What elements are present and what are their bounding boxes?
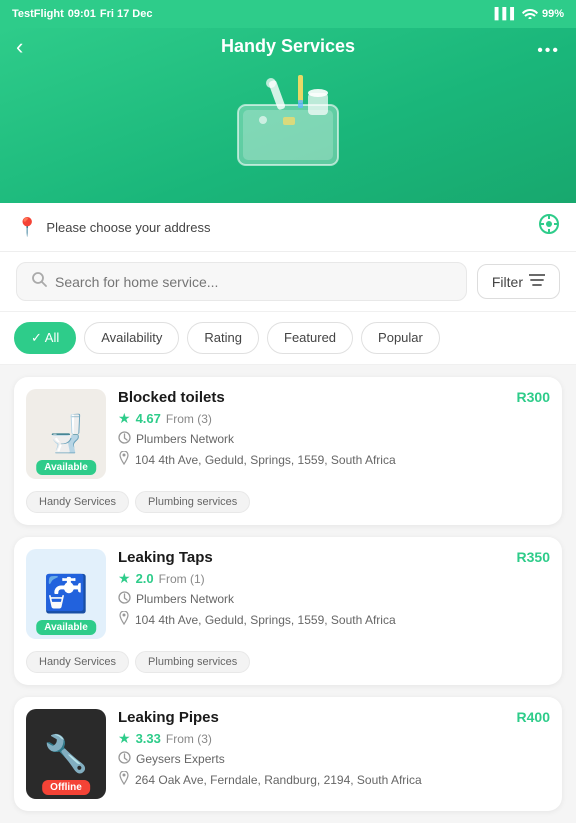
rating-count: From (1) — [159, 572, 205, 586]
status-bar: TestFlight 09:01 Fri 17 Dec ▌▌▌ 99% — [0, 0, 576, 28]
filter-chips: ✓ AllAvailabilityRatingFeaturedPopular — [0, 312, 576, 365]
search-input-wrap[interactable] — [16, 262, 467, 301]
tag: Handy Services — [26, 491, 129, 513]
provider-name: Geysers Experts — [136, 752, 225, 766]
service-card[interactable]: 🔧 Offline Leaking Pipes R400 ★ 3.33 From… — [14, 697, 562, 811]
service-emoji: 🚰 — [44, 573, 89, 615]
rating-count: From (3) — [166, 412, 212, 426]
service-emoji: 🚽 — [44, 413, 89, 455]
card-address: 104 4th Ave, Geduld, Springs, 1559, Sout… — [118, 451, 550, 468]
card-rating: ★ 4.67 From (3) — [118, 410, 550, 427]
card-top: Blocked toilets R300 — [118, 389, 550, 406]
address-text: 104 4th Ave, Geduld, Springs, 1559, Sout… — [135, 613, 396, 627]
card-tags: Handy Services Plumbing services — [14, 651, 562, 685]
provider-icon — [118, 591, 131, 607]
star-icon: ★ — [118, 730, 131, 747]
card-address: 264 Oak Ave, Ferndale, Randburg, 2194, S… — [118, 771, 550, 788]
page-title: Handy Services — [16, 36, 560, 57]
status-bar-right: ▌▌▌ 99% — [495, 7, 564, 22]
rating-count: From (3) — [166, 732, 212, 746]
card-main: 🚰 Available Leaking Taps R350 ★ 2.0 From… — [14, 537, 562, 651]
status-testflight: TestFlight — [12, 8, 64, 20]
rating-value: 2.0 — [136, 571, 154, 586]
location-pin-icon: 📍 — [16, 217, 38, 238]
filter-chip-popular[interactable]: Popular — [361, 322, 440, 354]
battery-label: 99% — [542, 8, 564, 20]
provider-name: Plumbers Network — [136, 592, 234, 606]
provider-icon — [118, 431, 131, 447]
search-icon — [31, 271, 47, 292]
card-rating: ★ 3.33 From (3) — [118, 730, 550, 747]
address-text: 104 4th Ave, Geduld, Springs, 1559, Sout… — [135, 453, 396, 467]
location-placeholder: Please choose your address — [46, 220, 210, 235]
back-button[interactable]: ‹ — [16, 36, 23, 58]
card-image: 🔧 Offline — [26, 709, 106, 799]
filter-chip-featured[interactable]: Featured — [267, 322, 353, 354]
service-card[interactable]: 🚰 Available Leaking Taps R350 ★ 2.0 From… — [14, 537, 562, 685]
star-icon: ★ — [118, 570, 131, 587]
address-text: 264 Oak Ave, Ferndale, Randburg, 2194, S… — [135, 773, 422, 787]
card-rating: ★ 2.0 From (1) — [118, 570, 550, 587]
availability-badge: Available — [36, 620, 96, 635]
card-tags: Handy Services Plumbing services — [14, 491, 562, 525]
card-info: Leaking Taps R350 ★ 2.0 From (1) — [118, 549, 550, 639]
card-top: Leaking Taps R350 — [118, 549, 550, 566]
search-input[interactable] — [55, 274, 452, 290]
card-provider: Plumbers Network — [118, 431, 550, 447]
status-bar-left: TestFlight 09:01 Fri 17 Dec — [12, 8, 152, 20]
card-price: R300 — [517, 389, 550, 405]
location-left: 📍 Please choose your address — [16, 217, 210, 238]
card-title: Blocked toilets — [118, 389, 225, 406]
card-title: Leaking Pipes — [118, 709, 219, 726]
card-main: 🚽 Available Blocked toilets R300 ★ 4.67 … — [14, 377, 562, 491]
status-time: 09:01 — [68, 8, 96, 20]
availability-badge: Available — [36, 460, 96, 475]
header: ‹ Handy Services ••• — [0, 28, 576, 203]
card-title: Leaking Taps — [118, 549, 213, 566]
card-image: 🚰 Available — [26, 549, 106, 639]
card-address: 104 4th Ave, Geduld, Springs, 1559, Sout… — [118, 611, 550, 628]
location-target-icon[interactable] — [538, 213, 560, 241]
filter-button[interactable]: Filter — [477, 264, 560, 299]
search-bar: Filter — [0, 252, 576, 312]
card-info: Blocked toilets R300 ★ 4.67 From (3) — [118, 389, 550, 479]
signal-icon: ▌▌▌ — [495, 8, 518, 20]
status-date: Fri 17 Dec — [100, 8, 153, 20]
filter-chip-all[interactable]: ✓ All — [14, 322, 76, 354]
filter-icon — [529, 273, 545, 290]
card-provider: Geysers Experts — [118, 751, 550, 767]
tag: Plumbing services — [135, 651, 250, 673]
rating-value: 3.33 — [136, 731, 161, 746]
availability-badge: Offline — [42, 780, 90, 795]
address-pin-icon — [118, 451, 130, 468]
address-pin-icon — [118, 611, 130, 628]
rating-value: 4.67 — [136, 411, 161, 426]
service-card[interactable]: 🚽 Available Blocked toilets R300 ★ 4.67 … — [14, 377, 562, 525]
card-image: 🚽 Available — [26, 389, 106, 479]
tag: Handy Services — [26, 651, 129, 673]
more-options-icon[interactable]: ••• — [537, 42, 560, 60]
star-icon: ★ — [118, 410, 131, 427]
wifi-icon — [522, 7, 538, 22]
card-info: Leaking Pipes R400 ★ 3.33 From (3) — [118, 709, 550, 799]
location-bar[interactable]: 📍 Please choose your address — [0, 203, 576, 252]
address-pin-icon — [118, 771, 130, 788]
filter-chip-availability[interactable]: Availability — [84, 322, 179, 354]
service-emoji: 🔧 — [44, 733, 89, 775]
card-main: 🔧 Offline Leaking Pipes R400 ★ 3.33 From… — [14, 697, 562, 811]
services-list: 🚽 Available Blocked toilets R300 ★ 4.67 … — [0, 365, 576, 823]
tag: Plumbing services — [135, 491, 250, 513]
provider-name: Plumbers Network — [136, 432, 234, 446]
header-nav: ‹ Handy Services ••• — [16, 36, 560, 57]
filter-label: Filter — [492, 274, 523, 290]
hero-illustration — [16, 65, 560, 175]
filter-chip-rating[interactable]: Rating — [187, 322, 259, 354]
card-provider: Plumbers Network — [118, 591, 550, 607]
card-price: R350 — [517, 549, 550, 565]
card-top: Leaking Pipes R400 — [118, 709, 550, 726]
card-price: R400 — [517, 709, 550, 725]
provider-icon — [118, 751, 131, 767]
